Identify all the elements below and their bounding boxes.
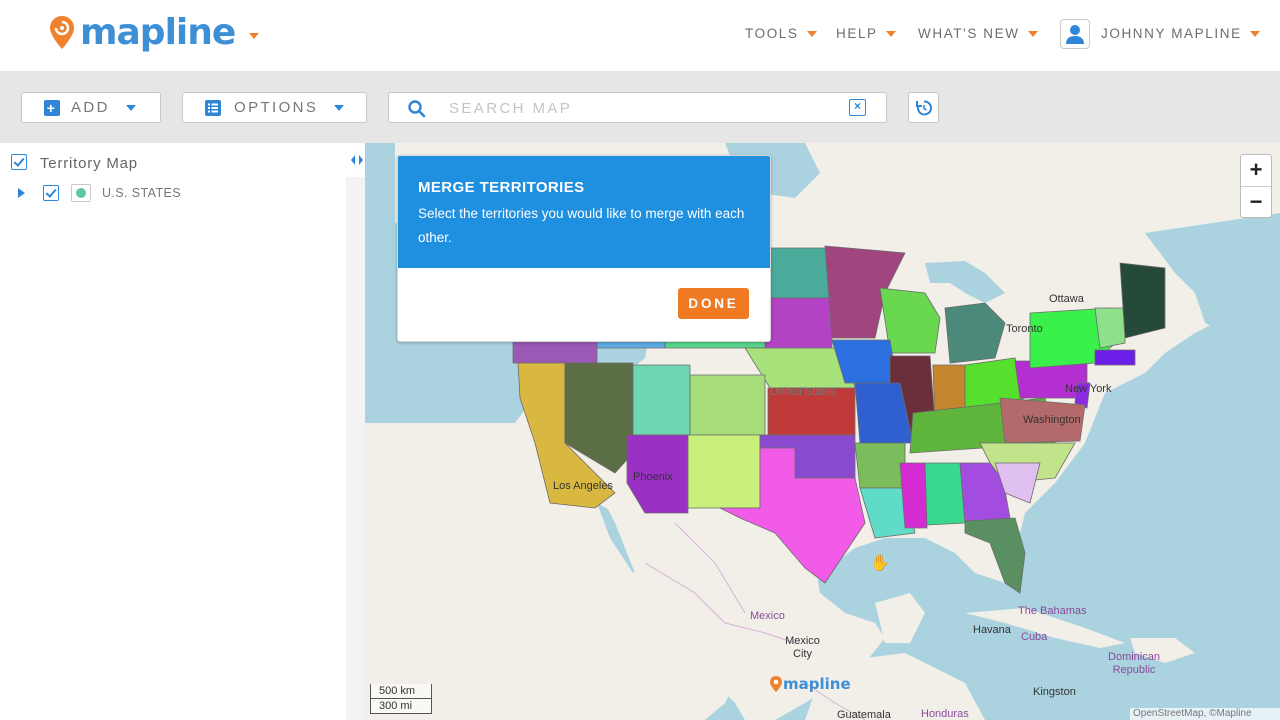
search-map-box: ×: [388, 92, 887, 123]
chevron-down-icon: [806, 30, 817, 37]
label-united-states: United States: [770, 386, 837, 398]
logo-dropdown-caret-icon[interactable]: [249, 32, 260, 39]
nav-user-menu[interactable]: JOHNNY MAPLINE: [1101, 26, 1260, 41]
chevron-down-icon: [1027, 30, 1038, 37]
label-ottawa: Ottawa: [1049, 293, 1084, 305]
logo-wordmark: mapline: [80, 12, 236, 53]
territory-layer-icon: [71, 184, 91, 202]
state-colorado: [689, 374, 766, 436]
state-alabama: [924, 462, 966, 526]
label-havana: Havana: [973, 624, 1011, 636]
state-south-dakota: [764, 297, 833, 349]
map-scale-bar: 500 km 300 mi: [370, 684, 432, 716]
add-button-label: ADD: [71, 99, 110, 116]
state-vermont-nh: [1094, 307, 1126, 349]
list-icon: [205, 99, 221, 116]
sidebar-gutter: [346, 143, 365, 720]
chevron-down-icon: [125, 104, 136, 111]
us-states-layer-label: U.S. STATES: [102, 186, 181, 200]
label-new-york: New York: [1065, 383, 1112, 395]
label-kingston: Kingston: [1033, 686, 1076, 698]
map-toolbar: + ADD OPTIONS ×: [0, 71, 1280, 143]
add-button[interactable]: + ADD: [21, 92, 161, 123]
label-dominican-republic: Dominican Republic: [1108, 651, 1160, 676]
chevron-down-icon: [885, 30, 896, 37]
zoom-controls: + −: [1240, 154, 1272, 218]
app-logo[interactable]: mapline: [48, 12, 260, 53]
us-states-checkbox[interactable]: [43, 185, 59, 201]
label-los-angeles: Los Angeles: [553, 480, 613, 492]
state-mississippi: [899, 462, 928, 529]
merge-territories-dialog: MERGE TERRITORIES Select the territories…: [397, 155, 771, 342]
nav-tools-menu[interactable]: TOOLS: [745, 26, 817, 41]
hand-cursor-icon: ✋: [870, 555, 890, 572]
clear-search-icon[interactable]: ×: [849, 99, 866, 116]
options-button[interactable]: OPTIONS: [182, 92, 367, 123]
nav-tools-label: TOOLS: [745, 26, 799, 41]
map-attribution[interactable]: OpenStreetMap, ©Mapline: [1130, 708, 1280, 720]
nav-whats-new-label: WHAT'S NEW: [918, 26, 1020, 41]
state-north-dakota: [764, 247, 831, 299]
user-avatar-icon[interactable]: [1060, 19, 1090, 49]
nav-whats-new-menu[interactable]: WHAT'S NEW: [918, 26, 1038, 41]
label-cuba: Cuba: [1021, 631, 1048, 643]
label-phoenix: Phoenix: [633, 471, 673, 483]
label-toronto: Toronto: [1006, 323, 1043, 335]
map-pin-icon: [770, 676, 782, 692]
scale-mi-label: 300 mi: [370, 699, 432, 714]
state-maine: [1119, 262, 1166, 339]
user-name-label: JOHNNY MAPLINE: [1101, 26, 1242, 41]
zoom-in-button[interactable]: +: [1241, 155, 1271, 187]
refresh-icon: [916, 100, 932, 116]
dialog-title: MERGE TERRITORIES: [418, 179, 585, 196]
nav-help-menu[interactable]: HELP: [836, 26, 896, 41]
label-mexico-city: Mexico City: [785, 635, 820, 660]
nav-help-label: HELP: [836, 26, 878, 41]
map-pin-logo-icon: [50, 15, 74, 49]
top-navbar: mapline TOOLS HELP WHAT'S NEW JOHNNY MAP…: [0, 0, 1280, 71]
label-guatemala: Guatemala: [837, 709, 891, 720]
label-mexico: Mexico: [750, 610, 785, 622]
mapline-watermark: mapline: [769, 675, 851, 693]
plus-icon: +: [44, 99, 60, 116]
territory-map-checkbox[interactable]: [11, 154, 27, 170]
state-new-mexico: [687, 434, 761, 509]
zoom-out-button[interactable]: −: [1241, 187, 1271, 218]
label-honduras: Honduras: [921, 708, 969, 720]
state-arkansas: [854, 442, 906, 489]
refresh-button[interactable]: [908, 92, 939, 123]
chevron-down-icon: [334, 104, 345, 111]
dialog-header: MERGE TERRITORIES Select the territories…: [398, 156, 770, 268]
dialog-message: Select the territories you would like to…: [418, 206, 745, 245]
expand-layer-arrow-icon[interactable]: [18, 188, 25, 198]
state-massachusetts: [1094, 349, 1136, 366]
label-washington: Washington: [1023, 414, 1081, 426]
options-button-label: OPTIONS: [234, 99, 319, 116]
done-button[interactable]: DONE: [678, 288, 749, 319]
state-utah: [632, 364, 691, 436]
chevron-down-icon: [1249, 30, 1260, 37]
search-map-input[interactable]: [447, 97, 831, 119]
layers-sidebar: Territory Map U.S. STATES: [0, 143, 347, 720]
search-icon[interactable]: [407, 99, 427, 119]
label-the-bahamas: The Bahamas: [1018, 605, 1087, 617]
scale-km-label: 500 km: [370, 684, 432, 699]
territory-map-title: Territory Map: [40, 155, 138, 172]
watermark-text: mapline: [783, 675, 851, 693]
